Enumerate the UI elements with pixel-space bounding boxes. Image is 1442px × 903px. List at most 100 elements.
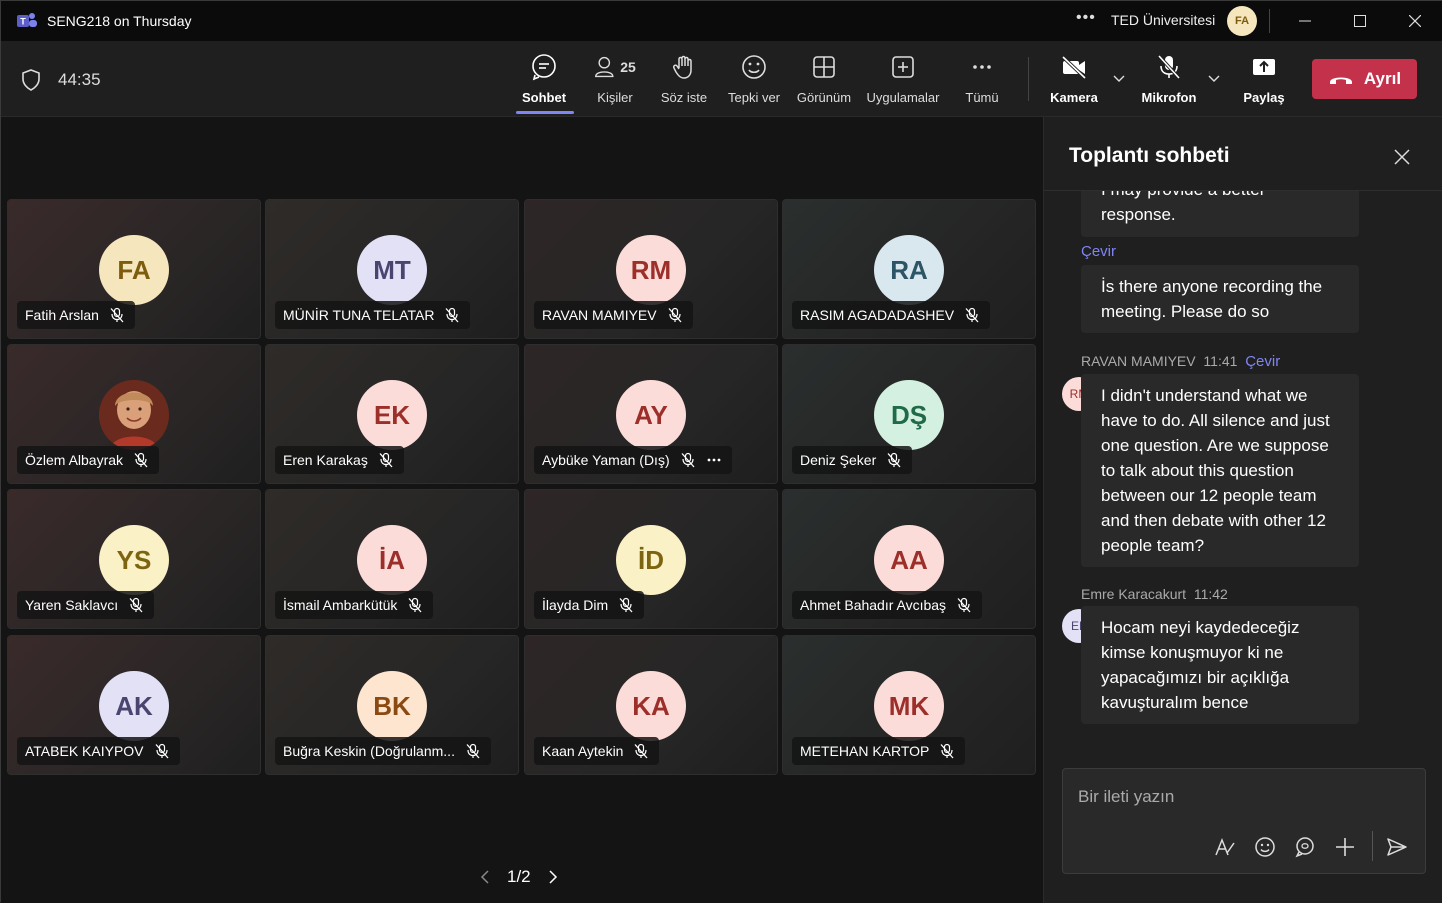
participant-tile[interactable]: İA İsmail Ambarkütük	[265, 489, 519, 629]
mic-off-icon	[134, 452, 148, 468]
hang-up-icon	[1329, 77, 1352, 84]
translate-link[interactable]: Çevir	[1245, 353, 1280, 370]
message-author: Emre Karacakurt	[1081, 586, 1187, 602]
participant-name: Fatih Arslan	[25, 307, 99, 323]
apps-label: Uygulamalar	[866, 90, 940, 105]
participant-tile[interactable]: MK METEHAN KARTOP	[782, 635, 1036, 775]
mic-off-icon	[445, 307, 459, 323]
format-icon[interactable]	[1213, 835, 1237, 859]
participant-tile[interactable]: FA Fatih Arslan	[7, 199, 261, 339]
people-button[interactable]: 25 Kişiler	[579, 53, 651, 105]
participant-nametag: İlayda Dim	[534, 591, 645, 619]
avatar: İA	[357, 525, 427, 595]
mic-off-icon	[957, 597, 971, 613]
participant-nametag: Eren Karakaş	[275, 446, 404, 474]
avatar: AK	[99, 671, 169, 741]
participant-tile[interactable]: RM RAVAN MAMIYEV	[524, 199, 778, 339]
participant-tile[interactable]: KA Kaan Aytekin	[524, 635, 778, 775]
avatar: RM	[616, 235, 686, 305]
participant-nametag: RASIM AGADADASHEV	[792, 301, 991, 329]
message-header: Emre Karacakurt 11:42	[1081, 586, 1228, 602]
participant-photo	[99, 380, 169, 450]
chat-message: I may provide a better response.	[1081, 191, 1359, 237]
send-icon[interactable]	[1385, 835, 1409, 859]
participant-tile[interactable]: AY Aybüke Yaman (Dış)	[524, 344, 778, 484]
more-icon[interactable]	[706, 452, 722, 468]
shield-icon	[22, 69, 40, 91]
maximize-button[interactable]	[1333, 1, 1387, 41]
chevron-down-icon[interactable]	[1112, 71, 1126, 85]
chat-button[interactable]: Sohbet	[508, 53, 580, 105]
avatar: KA	[616, 671, 686, 741]
participant-nametag: RAVAN MAMIYEV	[534, 301, 693, 329]
participant-name: Aybüke Yaman (Dış)	[542, 452, 670, 468]
profile-avatar[interactable]: FA	[1227, 6, 1257, 36]
participant-nametag: METEHAN KARTOP	[792, 737, 966, 765]
participant-tile[interactable]: YS Yaren Saklavcı	[7, 489, 261, 629]
close-icon[interactable]	[1392, 147, 1412, 167]
chevron-left-icon[interactable]	[479, 869, 491, 885]
participant-tile[interactable]: RA RASIM AGADADASHEV	[782, 199, 1036, 339]
close-window-button[interactable]	[1388, 1, 1442, 41]
more-actions-button[interactable]: Tümü	[946, 53, 1018, 105]
share-button[interactable]: Paylaş	[1228, 53, 1300, 105]
participant-tile[interactable]: Özlem Albayrak	[7, 344, 261, 484]
add-icon[interactable]	[1333, 835, 1357, 859]
mic-off-icon	[668, 307, 682, 323]
divider	[1372, 831, 1373, 861]
raise-hand-button[interactable]: Söz iste	[648, 53, 720, 105]
participant-nametag: Deniz Şeker	[792, 446, 913, 474]
meeting-chat-panel: Toplantı sohbeti I may provide a better …	[1043, 117, 1442, 903]
chat-messages[interactable]: I may provide a better response. Çevir İ…	[1044, 191, 1442, 751]
chevron-down-icon[interactable]	[1207, 71, 1221, 85]
chat-message: I didn't understand what we have to do. …	[1081, 374, 1359, 567]
participant-tile[interactable]: DŞ Deniz Şeker	[782, 344, 1036, 484]
page-navigation: 1/2	[479, 867, 559, 887]
chevron-right-icon[interactable]	[547, 869, 559, 885]
organization-name: TED Üniversitesi	[1111, 12, 1216, 28]
share-label: Paylaş	[1243, 90, 1285, 105]
participant-name: İlayda Dim	[542, 597, 609, 613]
participant-tile[interactable]: İD İlayda Dim	[524, 489, 778, 629]
profile-photo-icon	[99, 380, 169, 450]
avatar: AA	[874, 525, 944, 595]
mic-off-icon	[466, 743, 480, 759]
message-author: RAVAN MAMIYEV	[1081, 353, 1196, 369]
apps-button[interactable]: Uygulamalar	[866, 53, 940, 105]
message-composer[interactable]: Bir ileti yazın	[1062, 768, 1426, 874]
leave-button[interactable]: Ayrıl	[1312, 59, 1417, 99]
meeting-toolbar: 44:35 Sohbet 25 Kişiler Söz iste Tepki v…	[1, 41, 1442, 117]
participant-tile[interactable]: MT MÜNİR TUNA TELATAR	[265, 199, 519, 339]
camera-button[interactable]: Kamera	[1038, 53, 1110, 105]
view-button[interactable]: Görünüm	[788, 53, 860, 105]
avatar: RA	[874, 235, 944, 305]
avatar: MT	[357, 235, 427, 305]
teams-window: T SENG218 on Thursday ••• TED Üniversite…	[0, 0, 1442, 903]
participant-tile[interactable]: EK Eren Karakaş	[265, 344, 519, 484]
emoji-icon[interactable]	[1253, 835, 1277, 859]
avatar: YS	[99, 525, 169, 595]
people-icon	[595, 56, 614, 78]
mic-button[interactable]: Mikrofon	[1133, 53, 1205, 105]
more-options-icon[interactable]: •••	[1076, 9, 1096, 27]
chat-panel-title: Toplantı sohbeti	[1069, 144, 1230, 167]
chat-message: İs there anyone recording the meeting. P…	[1081, 265, 1359, 333]
translate-link[interactable]: Çevir	[1081, 243, 1116, 260]
view-label: Görünüm	[796, 90, 852, 105]
participant-name: MÜNİR TUNA TELATAR	[283, 307, 435, 323]
avatar: FA	[99, 235, 169, 305]
svg-text:T: T	[20, 17, 26, 27]
participant-nametag: Ahmet Bahadır Avcıbaş	[792, 591, 983, 619]
meeting-timer: 44:35	[58, 70, 101, 89]
message-input-placeholder[interactable]: Bir ileti yazın	[1078, 787, 1174, 807]
loop-icon[interactable]	[1293, 835, 1317, 859]
participant-tile[interactable]: BK Buğra Keskin (Doğrulanm...	[265, 635, 519, 775]
participant-tile[interactable]: AA Ahmet Bahadır Avcıbaş	[782, 489, 1036, 629]
mic-off-icon	[129, 597, 143, 613]
participant-nametag: Özlem Albayrak	[17, 446, 160, 474]
react-button[interactable]: Tepki ver	[718, 53, 790, 105]
message-text: İs there anyone recording the meeting. P…	[1101, 277, 1323, 321]
minimize-button[interactable]	[1278, 1, 1332, 41]
participant-nametag: Buğra Keskin (Doğrulanm...	[275, 737, 491, 765]
participant-tile[interactable]: AK ATABEK KAIYPOV	[7, 635, 261, 775]
